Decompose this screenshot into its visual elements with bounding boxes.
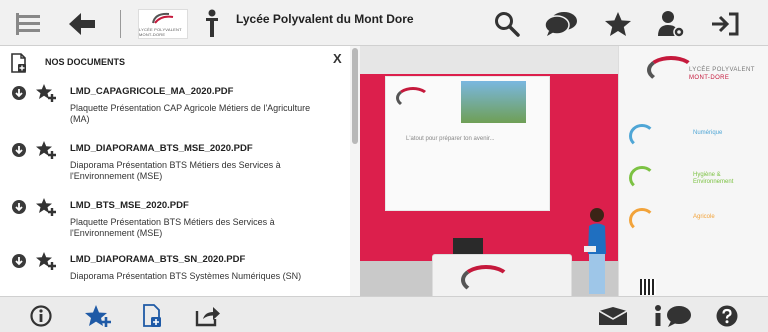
document-item[interactable]: LMD_DIAPORAMA_BTS_MSE_2020.PDF Diaporama…	[0, 140, 350, 193]
document-description: Plaquette Présentation CAP Agricole Méti…	[70, 103, 311, 124]
reception-desk	[432, 254, 572, 296]
share-icon[interactable]	[195, 305, 221, 327]
brand-line1: LYCÉE POLYVALENT	[689, 67, 755, 73]
document-item[interactable]: LMD_CAPAGRICOLE_MA_2020.PDF Plaquette Pr…	[0, 83, 350, 136]
documents-scrollbar[interactable]	[350, 46, 360, 296]
document-description: Diaporama Présentation BTS Systèmes Numé…	[70, 271, 302, 281]
download-icon[interactable]	[12, 143, 26, 157]
poster-logo	[396, 87, 430, 109]
sector-logo	[629, 166, 655, 190]
page-title: Lycée Polyvalent du Mont Dore	[236, 12, 414, 26]
qr-code[interactable]	[640, 279, 656, 295]
info-icon[interactable]	[30, 305, 52, 327]
document-item[interactable]: LMD_BTS_MSE_2020.PDF Plaquette Présentat…	[0, 197, 350, 250]
sector-label: Numérique	[693, 130, 723, 136]
add-document-icon[interactable]	[142, 304, 162, 328]
person-icon[interactable]	[203, 9, 221, 39]
document-filename[interactable]: LMD_DIAPORAMA_BTS_SN_2020.PDF	[70, 254, 245, 265]
document-filename[interactable]: LMD_CAPAGRICOLE_MA_2020.PDF	[70, 86, 233, 97]
document-filename[interactable]: LMD_DIAPORAMA_BTS_MSE_2020.PDF	[70, 143, 253, 154]
download-icon[interactable]	[12, 86, 26, 100]
sector-agricole[interactable]: Agricole	[629, 208, 749, 238]
sector-label: Agricole	[693, 214, 715, 220]
document-filename[interactable]: LMD_BTS_MSE_2020.PDF	[70, 200, 189, 211]
mail-icon[interactable]	[598, 306, 628, 326]
document-description: Plaquette Présentation BTS Métiers des S…	[70, 217, 275, 238]
virtual-stand-view[interactable]: L'atout pour préparer ton avenir... LYCÉ…	[360, 46, 768, 296]
chat-info-icon[interactable]	[652, 304, 692, 328]
sector-logo	[629, 208, 655, 232]
search-icon[interactable]	[494, 11, 520, 37]
add-favorite-icon[interactable]	[35, 196, 57, 218]
favorite-star-icon[interactable]	[84, 304, 112, 328]
sector-logo	[629, 124, 655, 148]
stand-poster[interactable]: L'atout pour préparer ton avenir...	[385, 76, 550, 211]
chat-icon[interactable]	[544, 11, 578, 37]
document-item[interactable]: LMD_DIAPORAMA_BTS_SN_2020.PDF Diaporama …	[0, 251, 350, 296]
bottom-bar	[0, 296, 768, 332]
sector-numerique[interactable]: Numérique	[629, 124, 749, 154]
document-list-icon	[10, 53, 28, 73]
poster-caption: L'atout pour préparer ton avenir...	[406, 136, 495, 142]
star-icon[interactable]	[604, 11, 632, 37]
desk-logo	[461, 265, 511, 295]
sector-hygiene[interactable]: Hygiène & Environnement	[629, 166, 749, 196]
documents-panel: NOS DOCUMENTS X LMD_CAPAGRICOLE_MA_2020.…	[0, 46, 360, 296]
toolbar-divider	[120, 10, 121, 38]
back-arrow-icon[interactable]	[67, 11, 97, 37]
brand-line2: MONT-DORE	[689, 75, 730, 81]
download-icon[interactable]	[12, 254, 26, 268]
document-description: Diaporama Présentation BTS Métiers des S…	[70, 160, 281, 181]
brand-logo	[647, 56, 695, 84]
sector-label: Hygiène & Environnement	[693, 172, 734, 185]
add-favorite-icon[interactable]	[35, 139, 57, 161]
add-favorite-icon[interactable]	[35, 82, 57, 104]
brand-name: LYCÉE POLYVALENT MONT-DORE	[689, 66, 755, 82]
exit-icon[interactable]	[710, 12, 740, 36]
scrollbar-thumb[interactable]	[352, 48, 358, 144]
top-bar: LYCÉE POLYVALENT MONT-DORE Lycée Polyval…	[0, 0, 768, 46]
ceiling-band	[360, 46, 620, 74]
close-panel-button[interactable]: X	[333, 51, 342, 66]
poster-photo	[461, 81, 526, 123]
school-logo: LYCÉE POLYVALENT MONT-DORE	[138, 9, 188, 39]
right-display-wall[interactable]: LYCÉE POLYVALENT MONT-DORE Numérique Hyg…	[618, 46, 768, 296]
host-avatar[interactable]	[582, 206, 612, 296]
user-settings-icon[interactable]	[657, 10, 685, 38]
panel-title: NOS DOCUMENTS	[45, 57, 126, 67]
menu-icon[interactable]	[16, 13, 42, 35]
logo-text: LYCÉE POLYVALENT MONT-DORE	[139, 27, 182, 37]
download-icon[interactable]	[12, 200, 26, 214]
add-favorite-icon[interactable]	[35, 250, 57, 272]
help-icon[interactable]	[716, 305, 738, 327]
documents-panel-header: NOS DOCUMENTS X	[0, 46, 360, 76]
